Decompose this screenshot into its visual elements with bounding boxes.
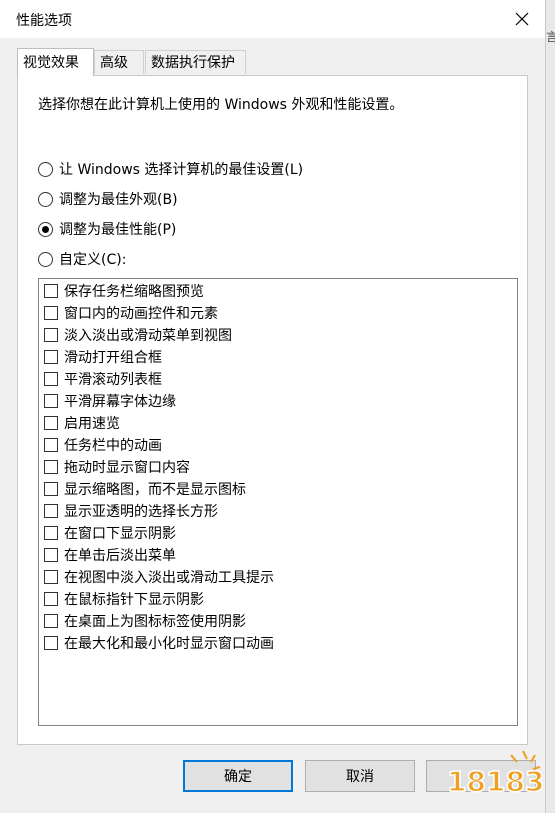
ok-button[interactable]: 确定 <box>183 760 293 792</box>
tab-data-execution-prevention[interactable]: 数据执行保护 <box>145 50 246 74</box>
checkbox-label: 显示亚透明的选择长方形 <box>64 504 218 520</box>
checkbox-label: 在鼠标指针下显示阴影 <box>64 592 204 608</box>
checkbox-item[interactable]: 在最大化和最小化时显示窗口动画 <box>44 633 274 653</box>
checkbox-label: 在单击后淡出菜单 <box>64 548 176 564</box>
panel-description: 选择你想在此计算机上使用的 Windows 外观和性能设置。 <box>38 97 404 113</box>
checkbox[interactable] <box>44 526 58 540</box>
checkbox-label: 在桌面上为图标标签使用阴影 <box>64 614 246 630</box>
checkbox[interactable] <box>44 614 58 628</box>
radio-label: 让 Windows 选择计算机的最佳设置(L) <box>59 162 304 178</box>
checkbox-item[interactable]: 在单击后淡出菜单 <box>44 545 176 565</box>
checkbox[interactable] <box>44 394 58 408</box>
radio-best-appearance[interactable]: 调整为最佳外观(B) <box>38 188 178 210</box>
checkbox-label: 窗口内的动画控件和元素 <box>64 306 218 322</box>
tab-visual-effects[interactable]: 视觉效果 <box>17 48 94 76</box>
checkbox[interactable] <box>44 504 58 518</box>
checkbox-label: 拖动时显示窗口内容 <box>64 460 190 476</box>
performance-options-dialog: 性能选项 视觉效果 高级 数据执行保护 选择你想在此计算机上使用的 Window… <box>0 0 546 813</box>
checkbox[interactable] <box>44 636 58 650</box>
checkbox[interactable] <box>44 482 58 496</box>
checkbox[interactable] <box>44 438 58 452</box>
radio-circle <box>38 221 53 237</box>
checkbox-label: 显示缩略图，而不是显示图标 <box>64 482 246 498</box>
title-bar: 性能选项 <box>0 0 545 38</box>
visual-effects-list[interactable]: 保存任务栏缩略图预览 窗口内的动画控件和元素 淡入淡出或滑动菜单到视图 滑动打开… <box>38 278 518 726</box>
radio-label: 自定义(C): <box>59 252 127 268</box>
checkbox-item[interactable]: 在窗口下显示阴影 <box>44 523 176 543</box>
close-icon <box>515 12 529 26</box>
checkbox-label: 在窗口下显示阴影 <box>64 526 176 542</box>
checkbox[interactable] <box>44 284 58 298</box>
checkbox[interactable] <box>44 328 58 342</box>
checkbox[interactable] <box>44 416 58 430</box>
radio-let-windows-choose[interactable]: 让 Windows 选择计算机的最佳设置(L) <box>38 158 303 180</box>
checkbox-item[interactable]: 任务栏中的动画 <box>44 435 162 455</box>
visual-effects-panel: 选择你想在此计算机上使用的 Windows 外观和性能设置。 让 Windows… <box>17 75 528 745</box>
radio-circle <box>38 161 53 177</box>
checkbox[interactable] <box>44 548 58 562</box>
checkbox-item[interactable]: 淡入淡出或滑动菜单到视图 <box>44 325 232 345</box>
checkbox-item[interactable]: 平滑滚动列表框 <box>44 369 162 389</box>
bg-fragment: 言 <box>546 30 555 44</box>
tab-advanced[interactable]: 高级 <box>94 50 144 74</box>
radio-custom[interactable]: 自定义(C): <box>38 248 126 270</box>
watermark-logo: 18183 <box>445 745 545 805</box>
watermark-text: 18183 <box>447 765 544 798</box>
checkbox-item[interactable]: 在视图中淡入淡出或滑动工具提示 <box>44 567 274 587</box>
sunburst-icon: 18183 <box>446 750 545 799</box>
checkbox-item[interactable]: 保存任务栏缩略图预览 <box>44 281 204 301</box>
checkbox-item[interactable]: 显示亚透明的选择长方形 <box>44 501 218 521</box>
radio-circle <box>38 251 53 267</box>
checkbox[interactable] <box>44 372 58 386</box>
checkbox-item[interactable]: 窗口内的动画控件和元素 <box>44 303 218 323</box>
checkbox-label: 任务栏中的动画 <box>64 438 162 454</box>
checkbox[interactable] <box>44 350 58 364</box>
checkbox-item[interactable]: 在桌面上为图标标签使用阴影 <box>44 611 246 631</box>
checkbox-item[interactable]: 显示缩略图，而不是显示图标 <box>44 479 246 499</box>
checkbox-label: 启用速览 <box>64 416 120 432</box>
checkbox-label: 滑动打开组合框 <box>64 350 162 366</box>
checkbox-label: 平滑滚动列表框 <box>64 372 162 388</box>
checkbox-item[interactable]: 拖动时显示窗口内容 <box>44 457 190 477</box>
checkbox-label: 淡入淡出或滑动菜单到视图 <box>64 328 232 344</box>
window-title: 性能选项 <box>16 13 72 29</box>
checkbox-item[interactable]: 平滑屏幕字体边缘 <box>44 391 176 411</box>
cancel-button[interactable]: 取消 <box>305 760 415 792</box>
checkbox[interactable] <box>44 306 58 320</box>
checkbox-item[interactable]: 启用速览 <box>44 413 120 433</box>
checkbox[interactable] <box>44 592 58 606</box>
checkbox-label: 在最大化和最小化时显示窗口动画 <box>64 636 274 652</box>
checkbox-item[interactable]: 滑动打开组合框 <box>44 347 162 367</box>
checkbox-item[interactable]: 在鼠标指针下显示阴影 <box>44 589 204 609</box>
checkbox-label: 在视图中淡入淡出或滑动工具提示 <box>64 570 274 586</box>
radio-label: 调整为最佳外观(B) <box>59 192 178 208</box>
checkbox[interactable] <box>44 570 58 584</box>
radio-best-performance[interactable]: 调整为最佳性能(P) <box>38 218 176 240</box>
radio-circle <box>38 191 53 207</box>
checkbox-label: 平滑屏幕字体边缘 <box>64 394 176 410</box>
checkbox-label: 保存任务栏缩略图预览 <box>64 284 204 300</box>
radio-label: 调整为最佳性能(P) <box>59 222 177 238</box>
checkbox[interactable] <box>44 460 58 474</box>
close-button[interactable] <box>499 0 545 38</box>
